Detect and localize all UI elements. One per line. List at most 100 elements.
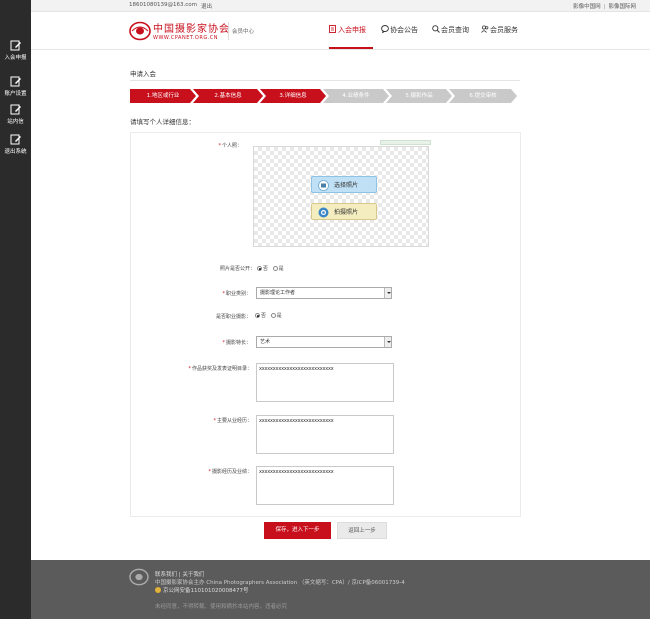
cpa-logo-icon[interactable]	[129, 21, 151, 41]
image-icon	[318, 180, 329, 191]
photo-exp-textarea[interactable]: xxxxxxxxxxxxxxxxxxxxxxxxxxx	[256, 466, 394, 505]
awards-textarea[interactable]: xxxxxxxxxxxxxxxxxxxxxxxxxxx	[256, 363, 394, 402]
step-label: 3.详细信息	[279, 93, 307, 99]
radio-label: 是	[278, 266, 284, 272]
search-icon	[432, 25, 440, 33]
logo-text-cn: 中国摄影家协会	[153, 24, 230, 35]
sidebar-item-messages[interactable]: 站内信	[0, 104, 31, 125]
photo-public-radios: 否 是	[254, 265, 284, 272]
required-mark: *	[222, 291, 225, 297]
occupation-select[interactable]: 摄影理论工作者	[256, 287, 392, 299]
career-label-text: 主要从业经历：	[216, 418, 252, 424]
sidebar-item-apply[interactable]: 入会申报	[0, 40, 31, 61]
chevron-down-icon	[384, 337, 391, 347]
sidebar-item-account[interactable]: 账户设置	[0, 76, 31, 97]
select-photo-label: 选择照片	[334, 182, 359, 189]
take-photo-label: 拍摄照片	[334, 209, 359, 216]
divider	[228, 22, 229, 40]
required-mark: *	[222, 340, 225, 346]
photo-label: *个人照：	[200, 142, 242, 149]
pro-photo-no-radio[interactable]	[255, 313, 260, 318]
nav-member-search[interactable]: 会员查询	[432, 25, 469, 35]
awards-label: *作品获奖及发表证明目录：	[160, 365, 252, 372]
user-email: 18601080139@163.com	[129, 2, 197, 8]
specialty-select[interactable]: 艺术	[256, 336, 392, 348]
step-label: 6.提交审核	[469, 93, 497, 99]
external-links: 影像中国网 | 影像国际网	[573, 2, 636, 10]
pro-photo-radios: 否 是	[252, 312, 282, 319]
back-button[interactable]: 返回上一步	[337, 522, 387, 539]
photo-exp-label: *摄影经历及业绩：	[190, 468, 252, 475]
photo-preview-area[interactable]	[253, 146, 429, 247]
cpa-logo-icon	[129, 568, 149, 586]
select-photo-button[interactable]: 选择照片	[311, 176, 377, 193]
photo-exp-label-text: 摄影经历及业绩：	[211, 469, 252, 475]
footer-organizer: 中国摄影家协会主办 China Photographers Associatio…	[155, 580, 405, 586]
logout-link[interactable]: 退出	[201, 2, 212, 10]
title-divider	[130, 80, 520, 81]
camera-icon	[318, 207, 329, 218]
required-mark: *	[208, 469, 211, 475]
pro-photo-label: 是否职业摄影：	[215, 314, 251, 320]
nav-label: 协会公告	[390, 26, 418, 34]
step-label: 4.业绩条件	[342, 93, 370, 99]
step-region: 1.地区或行业	[130, 89, 196, 103]
take-photo-button[interactable]: 拍摄照片	[311, 203, 377, 220]
edit-doc-icon	[10, 76, 21, 87]
page-title: 申请入会	[130, 70, 156, 78]
photo-label-text: 个人照：	[221, 143, 242, 149]
radio-label: 否	[261, 313, 267, 319]
chat-bubble-icon	[381, 25, 389, 33]
photo-public-label: 照片是否公开：	[219, 266, 255, 272]
step-performance: 4.业绩条件	[323, 89, 389, 103]
sidebar-item-label: 退出系统	[4, 149, 27, 155]
required-mark: *	[188, 366, 191, 372]
sidebar-item-logout[interactable]: 退出系统	[0, 134, 31, 155]
logo-text-en: WWW.CPANET.ORG.CN	[153, 35, 219, 41]
footer-contact-links[interactable]: 联系我们 | 关于我们	[155, 570, 204, 578]
edit-doc-icon	[10, 104, 21, 115]
site-header: 中国摄影家协会 WWW.CPANET.ORG.CN 会员中心 入会申报 协会公告…	[31, 12, 650, 50]
left-sidebar: 入会申报 账户设置 站内信 退出系统	[0, 0, 31, 619]
specialty-label: *摄影特长：	[195, 339, 251, 346]
footer-police-record: 京公网安备110101020008477号	[155, 586, 249, 594]
step-label: 1.地区或行业	[146, 93, 180, 99]
career-label: *主要从业经历：	[190, 417, 252, 424]
step-label: 5.摄影作品	[405, 93, 433, 99]
step-details: 3.详细信息	[260, 89, 326, 103]
link-image-international[interactable]: 影像国际网	[608, 4, 636, 10]
occupation-label: *职业类别：	[195, 290, 251, 297]
footer-copyright: 未经同意，不得转载、使用和摘抄本站内容，违者必究	[155, 604, 288, 610]
photo-public-no-radio[interactable]	[257, 266, 262, 271]
nav-label: 会员服务	[490, 26, 518, 34]
specialty-label-text: 摄影特长：	[225, 340, 251, 346]
nav-announcements[interactable]: 协会公告	[381, 25, 418, 35]
nav-apply[interactable]: 入会申报	[329, 25, 366, 35]
save-next-button[interactable]: 保存，进入下一步	[264, 522, 331, 539]
step-basic-info: 2.基本信息	[193, 89, 263, 103]
nav-member-services[interactable]: 会员服务	[481, 25, 518, 35]
edit-doc-icon	[10, 40, 21, 51]
nav-label: 入会申报	[338, 26, 366, 34]
step-works: 5.摄影作品	[386, 89, 452, 103]
radio-label: 否	[263, 266, 269, 272]
nav-label: 会员查询	[441, 26, 469, 34]
section-label: 请填写个人详细信息：	[130, 118, 195, 126]
police-record-text: 京公网安备110101020008477号	[163, 588, 249, 594]
link-image-china[interactable]: 影像中国网	[573, 4, 601, 10]
radio-label: 是	[276, 313, 282, 319]
edit-doc-icon	[10, 134, 21, 145]
required-mark: *	[218, 143, 221, 149]
chevron-down-icon	[384, 288, 391, 298]
top-bar: 18601080139@163.com 退出 影像中国网 | 影像国际网	[31, 0, 650, 12]
career-textarea[interactable]: xxxxxxxxxxxxxxxxxxxxxxxxxxx	[256, 415, 394, 454]
sidebar-item-label: 站内信	[7, 119, 24, 125]
required-mark: *	[213, 418, 216, 424]
occupation-label-text: 职业类别：	[225, 291, 251, 297]
photo-public-yes-radio[interactable]	[272, 266, 278, 271]
step-label: 2.基本信息	[214, 93, 242, 99]
police-badge-icon	[155, 587, 161, 593]
awards-label-text: 作品获奖及发表证明目录：	[191, 366, 252, 372]
users-icon	[481, 25, 489, 33]
pro-photo-yes-radio[interactable]	[270, 313, 276, 318]
